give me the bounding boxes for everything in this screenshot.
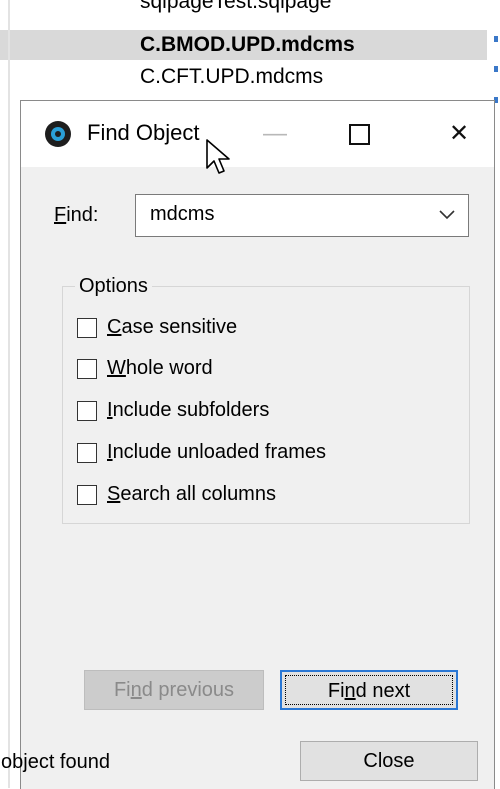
minimize-button[interactable]: — [247, 101, 303, 167]
row-marker [494, 36, 498, 42]
status-text: object found [1, 751, 110, 773]
list-item-label: C.CFT.UPD.mdcms [140, 65, 324, 88]
close-window-button[interactable]: ✕ [431, 101, 487, 167]
chevron-down-icon[interactable] [438, 205, 456, 223]
options-legend: Options [75, 275, 152, 298]
title-bar[interactable]: Find Object — ✕ [21, 101, 494, 167]
checkbox-label: Include subfolders [107, 399, 270, 421]
checkbox-label: Include unloaded frames [107, 441, 327, 463]
row-marker [494, 66, 498, 72]
find-next-button[interactable]: Find next [280, 670, 458, 710]
find-previous-button[interactable]: Find previous [84, 670, 264, 710]
find-label: Find: [54, 204, 99, 226]
list-item-label: sqlpageTest.sqlpage [140, 0, 332, 13]
dialog-title: Find Object [87, 120, 200, 145]
maximize-button[interactable] [331, 101, 387, 167]
checkbox-box[interactable] [77, 401, 97, 421]
find-combobox[interactable]: mdcms [135, 194, 469, 237]
list-item-label: C.BMOD.UPD.mdcms [140, 33, 355, 56]
maximize-icon [348, 124, 370, 146]
find-object-dialog: Find Object — ✕ Find: mdcms Options Case… [1, 100, 495, 789]
close-button[interactable]: Close [300, 741, 478, 781]
checkbox-label: Search all columns [107, 483, 276, 505]
focus-rectangle [285, 675, 453, 705]
checkbox-box[interactable] [77, 443, 97, 463]
checkbox-box[interactable] [77, 359, 97, 379]
checkbox-box[interactable] [77, 318, 97, 338]
mouse-cursor-icon [206, 139, 230, 174]
list-item[interactable]: C.CFT.UPD.mdcms [0, 62, 500, 92]
checkbox-label: Case sensitive [107, 316, 238, 338]
app-icon [45, 121, 71, 147]
list-item-selected[interactable]: C.BMOD.UPD.mdcms [0, 30, 487, 60]
list-gridline [8, 0, 10, 788]
list-item[interactable]: sqlpageTest.sqlpage [0, 0, 500, 17]
object-list: sqlpageTest.sqlpage C.BMOD.UPD.mdcms C.C… [0, 0, 500, 110]
find-input-value: mdcms [150, 203, 215, 225]
checkbox-label: Whole word [107, 357, 213, 379]
checkbox-box[interactable] [77, 485, 97, 505]
